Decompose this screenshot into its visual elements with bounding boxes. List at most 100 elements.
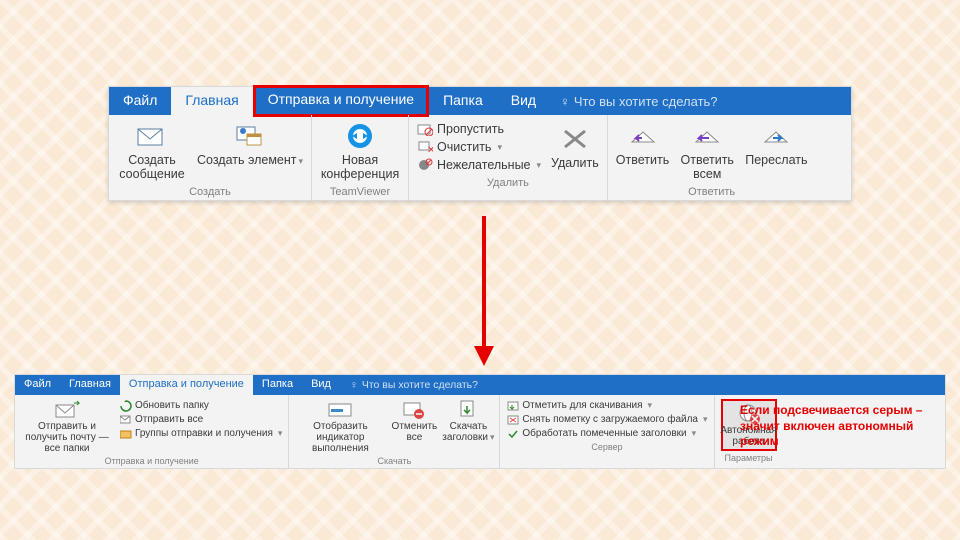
sendrecv-stack: Обновить папку Отправить все Группы отпр… [119,399,282,440]
teamviewer-icon [343,121,377,151]
delete-button[interactable]: Удалить [551,124,599,170]
new-item-icon [233,121,267,151]
send-all-label: Отправить все [135,414,203,425]
tabbar-bottom: Файл Главная Отправка и получение Папка … [15,375,945,395]
annotation-arrow [470,216,498,366]
cancel-icon [401,399,427,421]
forward-label: Переслать [745,153,807,167]
cancel-all-label: Отменить все [391,421,437,443]
show-progress-button[interactable]: Отобразить индикатор выполнения [295,399,385,454]
reply-label: Ответить [616,153,669,167]
group-download-label: Скачать [295,456,493,466]
group-server: Отметить для скачивания▾ Снять пометку с… [500,395,714,468]
ignore-icon [417,121,433,137]
tell-me-label: Что вы хотите сделать? [574,94,718,109]
tab-view[interactable]: Вид [497,87,550,115]
unmark-icon [506,413,519,426]
update-folder-label: Обновить папку [135,400,209,411]
mark-icon [506,399,519,412]
tab-folder[interactable]: Папка [429,87,497,115]
annotation-note: Если подсвечивается серым – значит включ… [740,403,940,450]
junk-icon [417,157,433,173]
process-headers-label: Обработать помеченные заголовки [522,428,686,439]
group-respond-label: Ответить [688,186,735,198]
group-tv-label: TeamViewer [330,186,390,198]
process-headers-button[interactable]: Обработать помеченные заголовки▾ [506,427,707,440]
delete-label: Удалить [551,156,599,170]
group-server-label: Сервер [506,442,707,452]
tab-file[interactable]: Файл [109,87,171,115]
send-all-button[interactable]: Отправить все [119,413,282,426]
cleanup-label: Очистить [437,140,491,154]
tell-me-top[interactable]: ♀ Что вы хотите сделать? [550,87,717,115]
envelope-icon [135,121,169,151]
refresh-icon [119,399,132,412]
unmark-button[interactable]: Снять пометку с загружаемого файла▾ [506,413,707,426]
reply-all-icon [690,121,724,151]
new-item-button[interactable]: Создать элемент▾ [197,121,303,182]
update-folder-button[interactable]: Обновить папку [119,399,282,412]
ribbon-groups-top: Создать сообщение Создать элемент▾ Созда… [109,115,851,200]
tell-me-bottom[interactable]: ♀ Что вы хотите сделать? [340,375,478,395]
btab-home[interactable]: Главная [60,375,120,395]
delete-x-icon [558,124,592,154]
delete-stack: Пропустить ✕ Очистить▾ Нежелательные▾ [417,121,541,173]
download-icon [455,399,481,421]
progress-icon [327,399,353,421]
reply-all-label: Ответить всем [679,153,735,182]
group-sendrecv-label: Отправка и получение [21,456,282,466]
send-receive-all-label: Отправить и получить почту — все папки [21,421,113,454]
server-stack: Отметить для скачивания▾ Снять пометку с… [506,399,707,440]
send-receive-icon [54,399,80,421]
download-headers-label: Скачать заголовки▾ [442,421,494,443]
sr-groups-label: Группы отправки и получения [135,428,273,439]
new-message-button[interactable]: Создать сообщение [117,121,187,182]
check-icon [506,427,519,440]
download-headers-button[interactable]: Скачать заголовки▾ [443,399,493,443]
mark-download-label: Отметить для скачивания [522,400,642,411]
lightbulb-icon: ♀ [560,94,570,109]
ignore-label: Пропустить [437,122,504,136]
tab-home[interactable]: Главная [171,87,252,115]
junk-button[interactable]: Нежелательные▾ [417,157,541,173]
cancel-all-button[interactable]: Отменить все [391,399,437,443]
sr-groups-button[interactable]: Группы отправки и получения▾ [119,427,282,440]
tab-sendrecv-highlighted[interactable]: Отправка и получение [253,85,429,117]
junk-label: Нежелательные [437,158,530,172]
mark-download-button[interactable]: Отметить для скачивания▾ [506,399,707,412]
group-sendrecv: Отправить и получить почту — все папки О… [15,395,289,468]
cleanup-icon: ✕ [417,139,433,155]
send-receive-all-button[interactable]: Отправить и получить почту — все папки [21,399,113,454]
ignore-button[interactable]: Пропустить [417,121,541,137]
btab-folder[interactable]: Папка [253,375,302,395]
btab-sendrecv[interactable]: Отправка и получение [120,375,253,395]
ribbon-home: Файл Главная Отправка и получение Папка … [108,86,852,201]
new-message-label: Создать сообщение [117,153,187,182]
group-teamviewer: Новая конференция TeamViewer [312,115,409,200]
reply-button[interactable]: Ответить [616,121,669,182]
folder-icon [119,427,132,440]
reply-icon [626,121,660,151]
svg-text:✕: ✕ [427,145,433,154]
unmark-label: Снять пометку с загружаемого файла [522,414,698,425]
group-download: Отобразить индикатор выполнения Отменить… [289,395,500,468]
show-progress-label: Отобразить индикатор выполнения [295,421,385,454]
group-delete-label: Удалить [487,177,529,189]
new-conference-label: Новая конференция [320,153,400,182]
btab-file[interactable]: Файл [15,375,60,395]
new-conference-button[interactable]: Новая конференция [320,121,400,182]
tabbar-top: Файл Главная Отправка и получение Папка … [109,87,851,115]
reply-all-button[interactable]: Ответить всем [679,121,735,182]
tell-me-bottom-label: Что вы хотите сделать? [362,379,478,391]
forward-button[interactable]: Переслать [745,121,807,182]
send-icon [119,413,132,426]
group-delete: Пропустить ✕ Очистить▾ Нежелательные▾ [409,115,608,200]
btab-view[interactable]: Вид [302,375,340,395]
new-item-label: Создать элемент▾ [197,153,303,167]
forward-icon [759,121,793,151]
group-create: Создать сообщение Создать элемент▾ Созда… [109,115,312,200]
group-respond: Ответить Ответить всем Переслать Ответит… [608,115,816,200]
lightbulb-icon: ♀ [350,379,358,391]
group-create-label: Создать [189,186,231,198]
cleanup-button[interactable]: ✕ Очистить▾ [417,139,541,155]
